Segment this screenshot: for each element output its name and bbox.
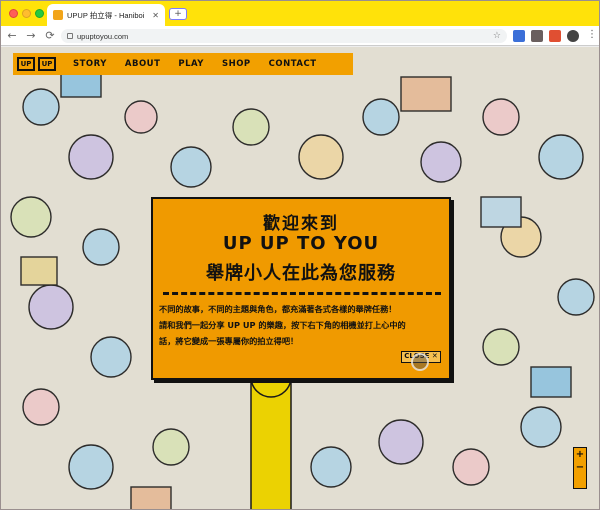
window-minimize-button[interactable] [22,9,31,18]
tab-close-icon[interactable]: ✕ [152,11,159,20]
zoom-in-button[interactable]: + [576,448,584,461]
extension-icon[interactable] [531,30,543,42]
bookmark-star-icon[interactable]: ☆ [493,29,501,43]
logo-up-2[interactable]: UP [38,57,56,71]
tab-active[interactable]: UPUP 拍立得 - Haniboi ✕ [47,4,165,26]
forward-icon[interactable]: → [23,28,39,44]
reload-icon[interactable]: ⟳ [42,28,58,44]
zoom-control: + − [573,447,587,489]
window-maximize-button[interactable] [35,9,44,18]
modal-body-line: 話，將它變成一張專屬你的拍立得吧！ [159,336,299,346]
address-bar[interactable]: upuptoyou.com ☆ [61,29,507,43]
lock-icon [67,33,73,39]
nav-links: STORY ABOUT PLAY SHOP CONTACT [73,59,317,69]
page-content: UP UP STORY ABOUT PLAY SHOP CONTACT 歡迎來到… [1,47,599,509]
mouse-cursor-indicator [411,353,429,371]
nav-link-shop[interactable]: SHOP [222,59,251,69]
profile-avatar-icon[interactable] [567,30,579,42]
zoom-out-button[interactable]: − [576,461,584,474]
nav-link-about[interactable]: ABOUT [125,59,160,69]
tab-strip: UPUP 拍立得 - Haniboi ✕ + [1,1,599,26]
tab-title: UPUP 拍立得 - Haniboi [67,10,145,20]
new-tab-button[interactable]: + [169,8,187,20]
modal-heading-brand: UP UP TO YOU [222,233,380,254]
browser-window: UPUP 拍立得 - Haniboi ✕ + ← → ⟳ upuptoyou.c… [0,0,600,510]
browser-toolbar: ← → ⟳ upuptoyou.com ☆ ⋮ [1,26,599,46]
nav-link-story[interactable]: STORY [73,59,107,69]
modal-body-line: 不同的故事，不同的主題與角色，都充滿著各式各樣的舉牌任務！ [159,304,397,314]
browser-menu-icon[interactable]: ⋮ [587,29,597,40]
modal-body: 不同的故事，不同的主題與角色，都充滿著各式各樣的舉牌任務！ 請和我們一起分享 U… [159,301,449,349]
extension-icon[interactable] [513,30,525,42]
url-text: upuptoyou.com [77,31,129,41]
logo-up-1[interactable]: UP [17,57,35,71]
welcome-modal: 歡迎來到 UP UP TO YOU 舉牌小人在此為您服務 不同的故事，不同的主題… [151,197,451,380]
modal-heading-welcome: 歡迎來到 [263,214,339,234]
modal-divider [163,292,441,295]
favicon-icon [53,10,63,20]
site-nav: UP UP STORY ABOUT PLAY SHOP CONTACT [13,53,353,75]
back-icon[interactable]: ← [4,28,20,44]
modal-body-line: 請和我們一起分享 UP UP 的樂趣，按下右下角的相機並打上心中的 [159,320,406,330]
window-close-button[interactable] [9,9,18,18]
modal-heading-tagline: 舉牌小人在此為您服務 [206,263,396,284]
nav-link-contact[interactable]: CONTACT [269,59,317,69]
nav-link-play[interactable]: PLAY [178,59,204,69]
extension-icon[interactable] [549,30,561,42]
